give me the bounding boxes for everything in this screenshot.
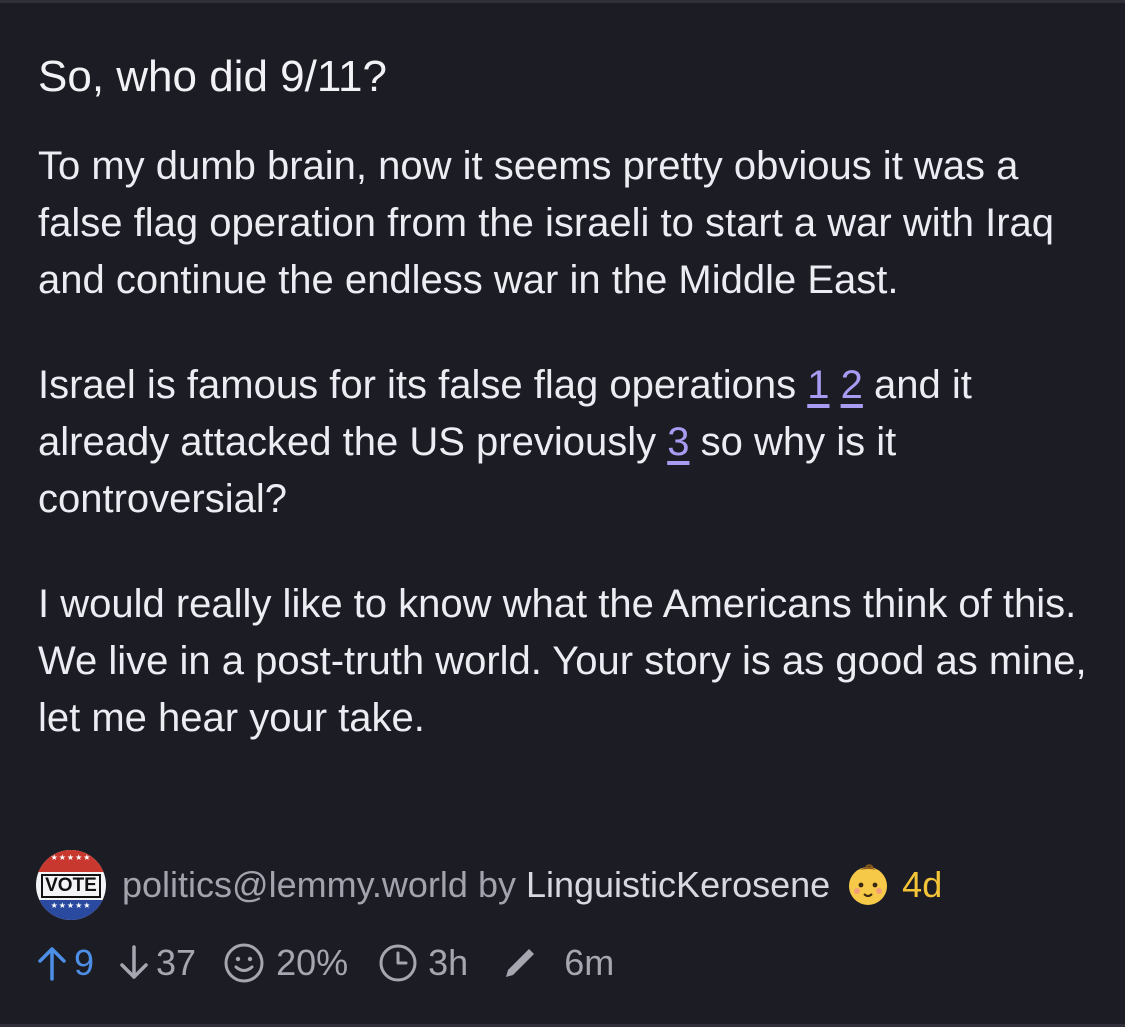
community-link[interactable]: politics@lemmy.world xyxy=(122,864,468,906)
edited-time: 6m xyxy=(498,941,614,985)
downvote-count: 37 xyxy=(156,942,197,983)
post-card[interactable]: So, who did 9/11? To my dumb brain, now … xyxy=(38,50,1098,795)
avatar-vote-text: VOTE xyxy=(41,874,101,898)
top-divider xyxy=(0,0,1125,3)
arrow-down-icon xyxy=(116,943,152,983)
community-avatar[interactable]: ★★★★★ VOTE ★★★★★ xyxy=(36,850,106,920)
avatar-stars-bottom: ★★★★★ xyxy=(50,901,92,910)
reference-link-2[interactable]: 2 xyxy=(841,363,863,407)
post-stats-row: 9 37 20% 3h 6m xyxy=(34,938,614,988)
upvote-count: 9 xyxy=(74,942,95,983)
upvote-ratio: 20% xyxy=(222,941,348,985)
clock-icon xyxy=(376,941,420,985)
smiley-icon xyxy=(222,941,266,985)
arrow-up-icon xyxy=(34,943,70,983)
time-value: 3h xyxy=(428,942,469,983)
by-label: by xyxy=(477,864,516,905)
paragraph-2-text-start: Israel is famous for its false flag oper… xyxy=(38,363,808,407)
upvote-button[interactable]: 9 xyxy=(34,942,94,984)
avatar-band: VOTE xyxy=(36,872,106,900)
post-title[interactable]: So, who did 9/11? xyxy=(38,50,1098,104)
author-link[interactable]: LinguisticKerosene xyxy=(526,864,830,906)
post-body-paragraph-2: Israel is famous for its false flag oper… xyxy=(38,357,1098,528)
pencil-icon xyxy=(498,941,542,985)
baby-face-icon xyxy=(846,863,890,907)
reference-link-3[interactable]: 3 xyxy=(667,420,689,464)
avatar-stars-top: ★★★★★ xyxy=(50,853,92,862)
post-age: 4d xyxy=(902,864,943,905)
edited-value: 6m xyxy=(564,942,615,983)
reference-link-1[interactable]: 1 xyxy=(807,363,829,407)
ratio-value: 20% xyxy=(276,942,349,983)
post-time: 3h xyxy=(376,941,468,985)
post-body-paragraph-1: To my dumb brain, now it seems pretty ob… xyxy=(38,144,1055,302)
post-meta-row: ★★★★★ VOTE ★★★★★ politics@lemmy.world by… xyxy=(36,849,942,921)
post-body-paragraph-3: I would really like to know what the Ame… xyxy=(38,582,1087,740)
downvote-button[interactable]: 37 xyxy=(116,942,196,984)
